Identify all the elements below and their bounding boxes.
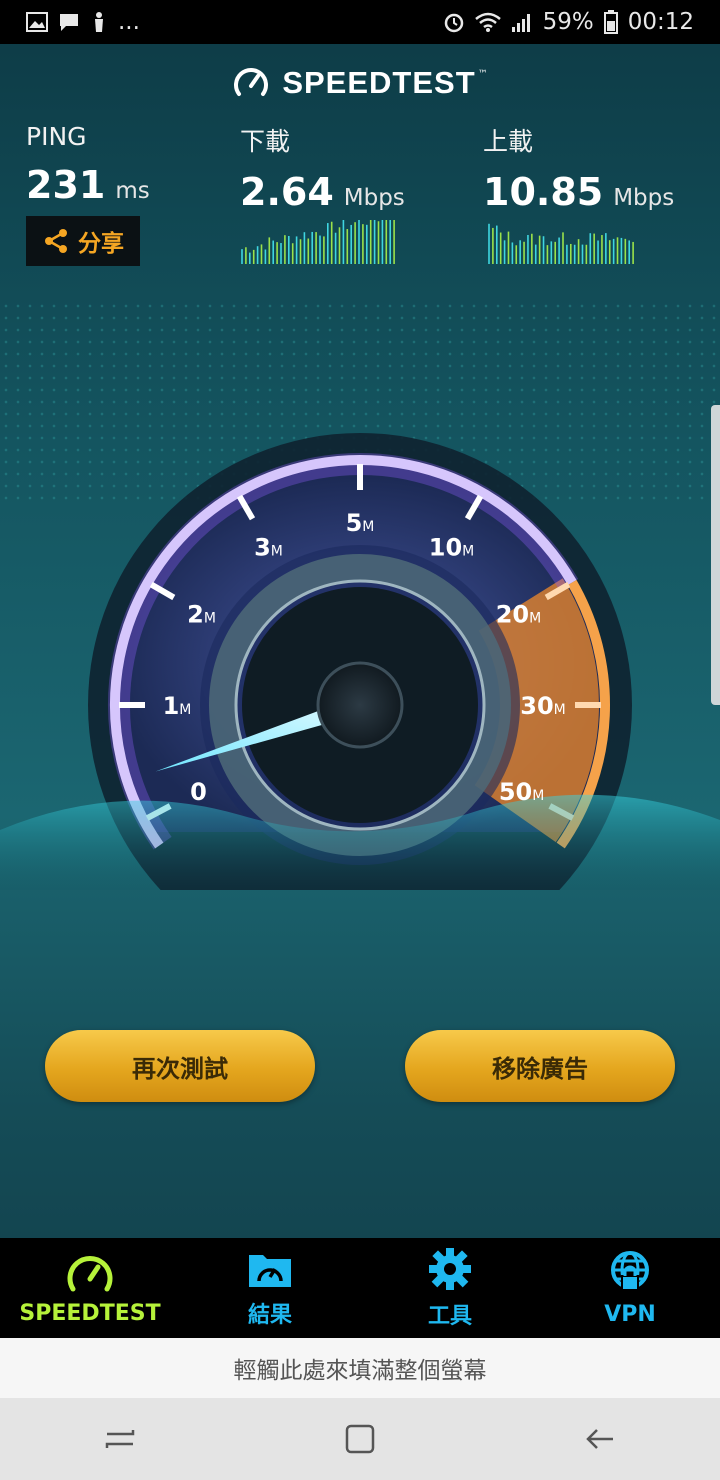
nav-label-vpn: VPN (604, 1301, 656, 1327)
nav-label-speedtest: SPEEDTEST (19, 1300, 161, 1326)
share-label: 分享 (78, 231, 124, 257)
app-header: SPEEDTEST ™ (0, 64, 720, 102)
trademark: ™ (477, 68, 488, 80)
upload-unit: Mbps (613, 185, 675, 211)
nav-label-tools: 工具 (427, 1304, 472, 1329)
download-value: 2.64 (240, 170, 334, 214)
alarm-icon (444, 13, 463, 33)
app-title: SPEEDTEST (282, 65, 476, 100)
back-icon[interactable] (583, 1424, 617, 1454)
gauge-label: 0 (190, 778, 207, 806)
retest-button[interactable]: 再次測試 (45, 1030, 315, 1102)
download-stat: 下載 2.64 Mbps (240, 122, 405, 214)
message-icon (60, 14, 78, 31)
vpn-globe-lock-icon (611, 1250, 649, 1291)
download-unit: Mbps (343, 185, 405, 211)
speedometer-logo-icon (234, 68, 269, 96)
touch-icon (95, 12, 103, 32)
upload-label: 上載 (483, 127, 534, 156)
ad-banner[interactable]: 輕觸此處來填滿整個螢幕 (0, 1338, 720, 1398)
recents-icon[interactable] (103, 1424, 137, 1454)
edge-panel-handle[interactable] (711, 405, 720, 705)
speedometer-icon (67, 1255, 113, 1291)
ping-stat: PING 231 ms (26, 122, 150, 207)
upload-sparkline (488, 223, 634, 264)
upload-stat: 上載 10.85 Mbps (483, 122, 674, 214)
battery-percent: 59% (542, 9, 594, 35)
download-sparkline (241, 220, 395, 264)
system-nav-bar (0, 1398, 720, 1480)
image-icon (26, 12, 48, 32)
battery-icon (603, 10, 618, 34)
results-folder-icon (249, 1255, 291, 1287)
nav-item-speedtest[interactable]: SPEEDTEST (0, 1238, 180, 1338)
speed-gauge: 01M2M3M5M10M20M30M50M (0, 433, 720, 890)
nav-item-tools[interactable]: 工具 (360, 1238, 540, 1338)
gauge-hub (316, 661, 404, 749)
signal-icon (511, 14, 530, 32)
gear-icon (429, 1248, 471, 1290)
ping-unit: ms (115, 178, 150, 204)
ping-label: PING (26, 122, 87, 151)
remove-ads-button[interactable]: 移除廣告 (405, 1030, 675, 1102)
ad-banner-text: 輕觸此處來填滿整個螢幕 (233, 1358, 487, 1384)
ping-value: 231 (26, 163, 106, 207)
nav-label-results: 結果 (247, 1303, 292, 1328)
nav-item-vpn[interactable]: VPN (540, 1238, 720, 1338)
share-button[interactable]: 分享 (26, 216, 140, 266)
share-icon (45, 229, 67, 253)
upload-value: 10.85 (483, 170, 604, 214)
wifi-icon (474, 12, 501, 32)
notification-overflow: ... (118, 9, 140, 35)
home-icon[interactable] (343, 1424, 377, 1454)
bottom-nav: SPEEDTEST 結果 工具 VPN (0, 1238, 720, 1338)
clock: 00:12 (627, 9, 694, 35)
download-label: 下載 (240, 127, 291, 156)
nav-item-results[interactable]: 結果 (180, 1238, 360, 1338)
status-bar: ... 59% 00:12 (0, 0, 720, 44)
